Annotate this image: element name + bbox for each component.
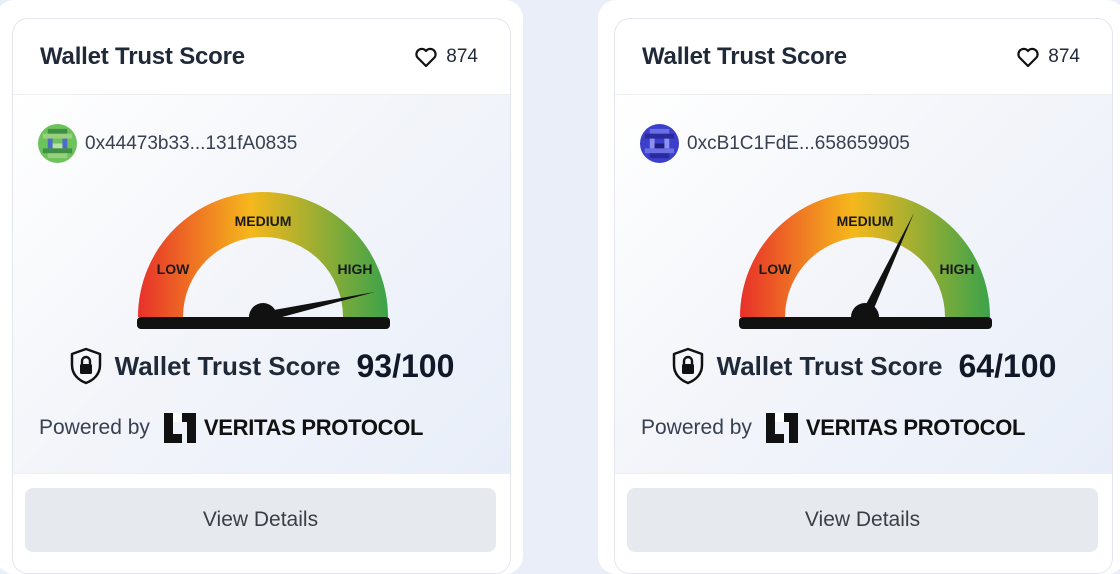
score-row: Wallet Trust Score 93/100 <box>13 347 510 385</box>
gauge-hub <box>249 303 277 329</box>
brand-name: VERITAS PROTOCOL <box>203 415 424 440</box>
wallet-address-row: 0xcB1C1FdE...658659905 <box>640 124 910 163</box>
card-title: Wallet Trust Score <box>642 42 847 70</box>
wallet-trust-card: Wallet Trust Score 874 <box>12 18 511 574</box>
gauge-label-high: HIGH <box>940 261 975 277</box>
shield-lock-icon <box>70 347 101 385</box>
like-button[interactable]: 874 <box>414 46 478 68</box>
gauge-arc <box>740 192 990 317</box>
wallet-address: 0xcB1C1FdE...658659905 <box>687 132 910 154</box>
trust-gauge: MEDIUM LOW HIGH <box>137 192 390 329</box>
score-label: Wallet Trust Score <box>716 350 943 381</box>
gauge-label-medium: MEDIUM <box>235 213 292 229</box>
powered-by-label: Powered by <box>39 416 150 439</box>
like-count: 874 <box>1048 45 1080 67</box>
trust-gauge: MEDIUM LOW HIGH <box>739 192 992 329</box>
gauge-label-low: LOW <box>759 261 792 277</box>
veritas-logo <box>765 413 798 443</box>
heart-icon <box>415 47 437 67</box>
shield-lock-icon <box>672 347 703 385</box>
wallet-address: 0x44473b33...131fA0835 <box>85 132 298 154</box>
card-header: Wallet Trust Score 874 <box>13 19 510 95</box>
card-body: 0xcB1C1FdE...658659905 MEDIUM LOW HIGH W… <box>615 95 1112 474</box>
page: Wallet Trust Score 874 0x44473b33...131f… <box>0 0 1120 574</box>
like-button[interactable]: 874 <box>1016 46 1080 68</box>
heart-icon <box>1017 47 1039 67</box>
wallet-address-row: 0x44473b33...131fA0835 <box>38 124 297 163</box>
avatar <box>38 124 77 163</box>
card-container: Wallet Trust Score 874 <box>598 0 1120 574</box>
powered-by: Powered by VERITAS PROTOCOL <box>641 410 1026 446</box>
score-row: Wallet Trust Score 64/100 <box>615 347 1112 385</box>
gauge-label-high: HIGH <box>338 261 373 277</box>
card-body: 0x44473b33...131fA0835 MEDIUM LOW HIGH W… <box>13 95 510 474</box>
score-label: Wallet Trust Score <box>114 350 341 381</box>
score-value: 64/100 <box>958 347 1057 384</box>
brand-name: VERITAS PROTOCOL <box>805 415 1026 440</box>
card-footer: View Details <box>13 473 510 573</box>
view-details-button[interactable]: View Details <box>25 488 496 552</box>
veritas-logo <box>163 413 196 443</box>
gauge-label-medium: MEDIUM <box>837 213 894 229</box>
like-count: 874 <box>446 45 478 67</box>
card-footer: View Details <box>615 473 1112 573</box>
card-container: Wallet Trust Score 874 <box>0 0 523 574</box>
view-details-button[interactable]: View Details <box>627 488 1098 552</box>
powered-by-label: Powered by <box>641 416 752 439</box>
gauge-label-low: LOW <box>157 261 190 277</box>
wallet-trust-card: Wallet Trust Score 874 <box>614 18 1113 574</box>
card-header: Wallet Trust Score 874 <box>615 19 1112 95</box>
gauge-hub <box>851 303 879 329</box>
score-value: 93/100 <box>356 347 455 384</box>
avatar <box>640 124 679 163</box>
powered-by: Powered by VERITAS PROTOCOL <box>39 410 424 446</box>
card-title: Wallet Trust Score <box>40 42 245 70</box>
